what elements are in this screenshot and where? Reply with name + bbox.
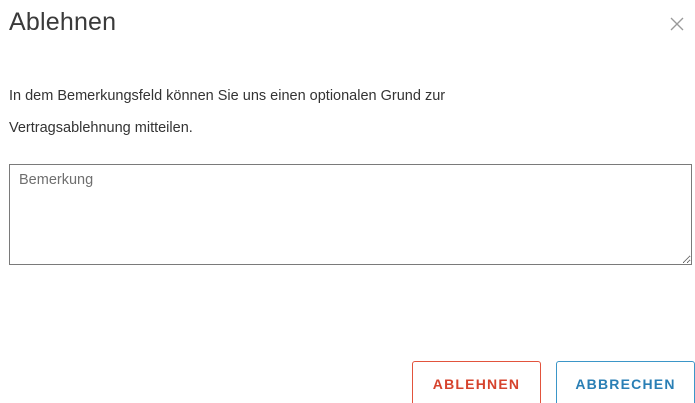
dialog-title: Ablehnen bbox=[9, 8, 117, 36]
reject-dialog: Ablehnen In dem Bemerkungsfeld können Si… bbox=[0, 0, 695, 403]
cancel-button[interactable]: ABBRECHEN bbox=[556, 361, 695, 403]
message-line-2: Vertragsablehnung mitteilen. bbox=[9, 120, 193, 136]
dialog-message: In dem Bemerkungsfeld können Sie uns ein… bbox=[9, 80, 649, 144]
reject-button[interactable]: ABLEHNEN bbox=[412, 361, 541, 403]
remark-textarea[interactable] bbox=[9, 164, 692, 265]
message-line-1: In dem Bemerkungsfeld können Sie uns ein… bbox=[9, 88, 446, 104]
close-icon bbox=[667, 14, 687, 34]
close-button[interactable] bbox=[667, 14, 687, 34]
